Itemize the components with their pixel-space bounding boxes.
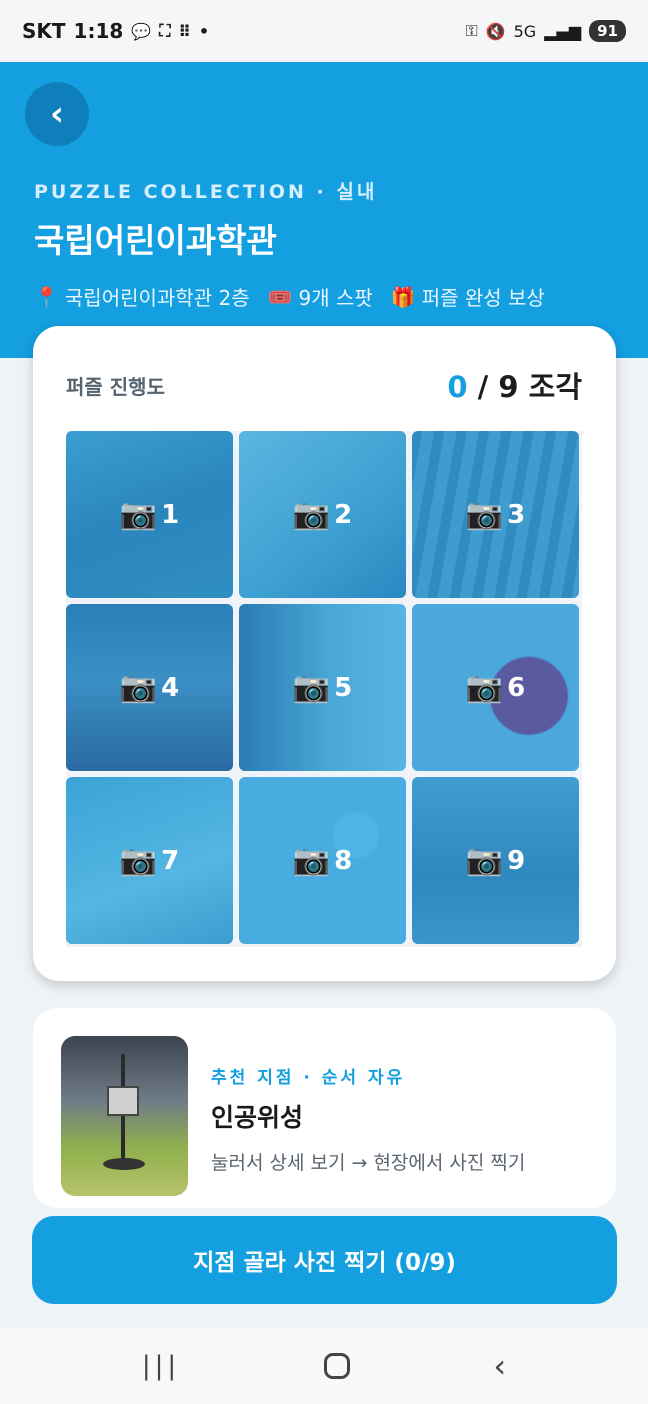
tile-number: 2 — [334, 499, 353, 530]
carrier-label: SKT — [22, 19, 66, 43]
recent-apps-icon[interactable]: ||| — [142, 1351, 180, 1381]
status-bar: SKT 1:18 💬 ⛶ ⠿ • ⚿ 🔇 5G ▂▄▆ 91 — [0, 0, 648, 62]
tile-number: 9 — [507, 845, 526, 876]
meta-spots: 🎟️ 9개 스팟 — [268, 282, 373, 311]
back-button[interactable]: ‹ — [25, 82, 89, 146]
tile-number: 8 — [334, 845, 353, 876]
page-title: 국립어린이과학관 — [34, 221, 277, 260]
puzzle-progress-label: 퍼즐 진행도 — [66, 375, 165, 399]
camera-icon: 📷 — [119, 843, 158, 878]
tile-number: 6 — [507, 672, 526, 703]
puzzle-current: 0 — [447, 370, 468, 404]
ticket-icon: 🎟️ — [267, 284, 293, 309]
spot-description: 눌러서 상세 보기 → 현장에서 사진 찍기 — [211, 1152, 526, 1174]
camera-icon: 📷 — [292, 670, 331, 705]
tile-number: 3 — [507, 499, 526, 530]
collection-eyebrow: PUZZLE COLLECTION · 실내 — [34, 181, 378, 203]
meta-reward: 🎁 퍼즐 완성 보상 — [391, 282, 545, 311]
reward-text: 퍼즐 완성 보상 — [421, 286, 545, 310]
status-left: SKT 1:18 💬 ⛶ ⠿ • — [22, 19, 209, 43]
puzzle-tile[interactable]: 📷 5 — [239, 604, 406, 771]
puzzle-total: / 9 조각 — [477, 370, 582, 404]
puzzle-grid: 📷 1 📷 2 📷 3 📷 4 📷 5 📷 6 📷 7 📷 8 📷 9 — [66, 431, 582, 947]
puzzle-tile[interactable]: 📷 3 — [412, 431, 579, 598]
mute-icon: 🔇 — [485, 21, 506, 41]
spot-thumbnail — [61, 1036, 188, 1196]
key-icon: ⚿ — [465, 21, 478, 40]
puzzle-tile[interactable]: 📷 6 — [412, 604, 579, 771]
spots-text: 9개 스팟 — [298, 286, 373, 310]
recommended-spot-card[interactable]: 추천 지점 · 순서 자유 인공위성 눌러서 상세 보기 → 현장에서 사진 찍… — [33, 1008, 616, 1208]
gift-icon: 🎁 — [390, 284, 416, 309]
header-meta: 📍 국립어린이과학관 2층 🎟️ 9개 스팟 🎁 퍼즐 완성 보상 — [34, 282, 545, 311]
camera-icon: 📷 — [292, 497, 331, 532]
camera-icon: 📷 — [465, 843, 504, 878]
home-icon[interactable] — [323, 1353, 350, 1379]
puzzle-tile[interactable]: 📷 8 — [239, 777, 406, 944]
dot-icon: • — [198, 21, 210, 41]
tile-number: 1 — [161, 499, 180, 530]
tile-number: 7 — [161, 845, 180, 876]
status-right: ⚿ 🔇 5G ▂▄▆ 91 — [466, 20, 626, 42]
tile-number: 5 — [334, 672, 353, 703]
spot-title: 인공위성 — [211, 1103, 304, 1132]
puzzle-progress-count: 0 / 9 조각 — [447, 364, 582, 406]
system-nav-bar: ||| ‹ — [0, 1328, 648, 1404]
signal-icon: ▂▄▆ — [544, 21, 582, 41]
puzzle-tile[interactable]: 📷 9 — [412, 777, 579, 944]
camera-icon: 📷 — [465, 497, 504, 532]
location-text: 국립어린이과학관 2층 — [64, 286, 250, 310]
pin-icon: 📍 — [34, 284, 59, 309]
puzzle-tile[interactable]: 📷 7 — [66, 777, 233, 944]
camera-icon: 📷 — [292, 843, 331, 878]
puzzle-tile[interactable]: 📷 4 — [66, 604, 233, 771]
camera-icon: 📷 — [465, 670, 504, 705]
camera-icon: 📷 — [119, 497, 158, 532]
apps-icon: ⠿ — [178, 21, 191, 41]
take-photo-button[interactable]: 지점 골라 사진 찍기 (0/9) — [32, 1216, 617, 1304]
puzzle-card: 퍼즐 진행도 0 / 9 조각 📷 1 📷 2 📷 3 📷 4 📷 5 📷 6 — [33, 326, 616, 981]
back-nav-icon[interactable]: ‹ — [493, 1347, 506, 1385]
meta-location: 📍 국립어린이과학관 2층 — [34, 282, 250, 311]
talk-icon: 💬 — [131, 21, 152, 41]
puzzle-tile[interactable]: 📷 2 — [239, 431, 406, 598]
spot-tag: 추천 지점 · 순서 자유 — [211, 1068, 406, 1088]
header-banner: ‹ PUZZLE COLLECTION · 실내 국립어린이과학관 📍 국립어린… — [0, 62, 648, 358]
chevron-left-icon: ‹ — [49, 94, 64, 134]
network-label: 5G — [513, 21, 537, 41]
puzzle-tile[interactable]: 📷 1 — [66, 431, 233, 598]
clock: 1:18 — [73, 19, 124, 43]
capture-icon: ⛶ — [159, 21, 171, 40]
battery-badge: 91 — [589, 20, 626, 42]
camera-icon: 📷 — [119, 670, 158, 705]
tile-number: 4 — [161, 672, 180, 703]
